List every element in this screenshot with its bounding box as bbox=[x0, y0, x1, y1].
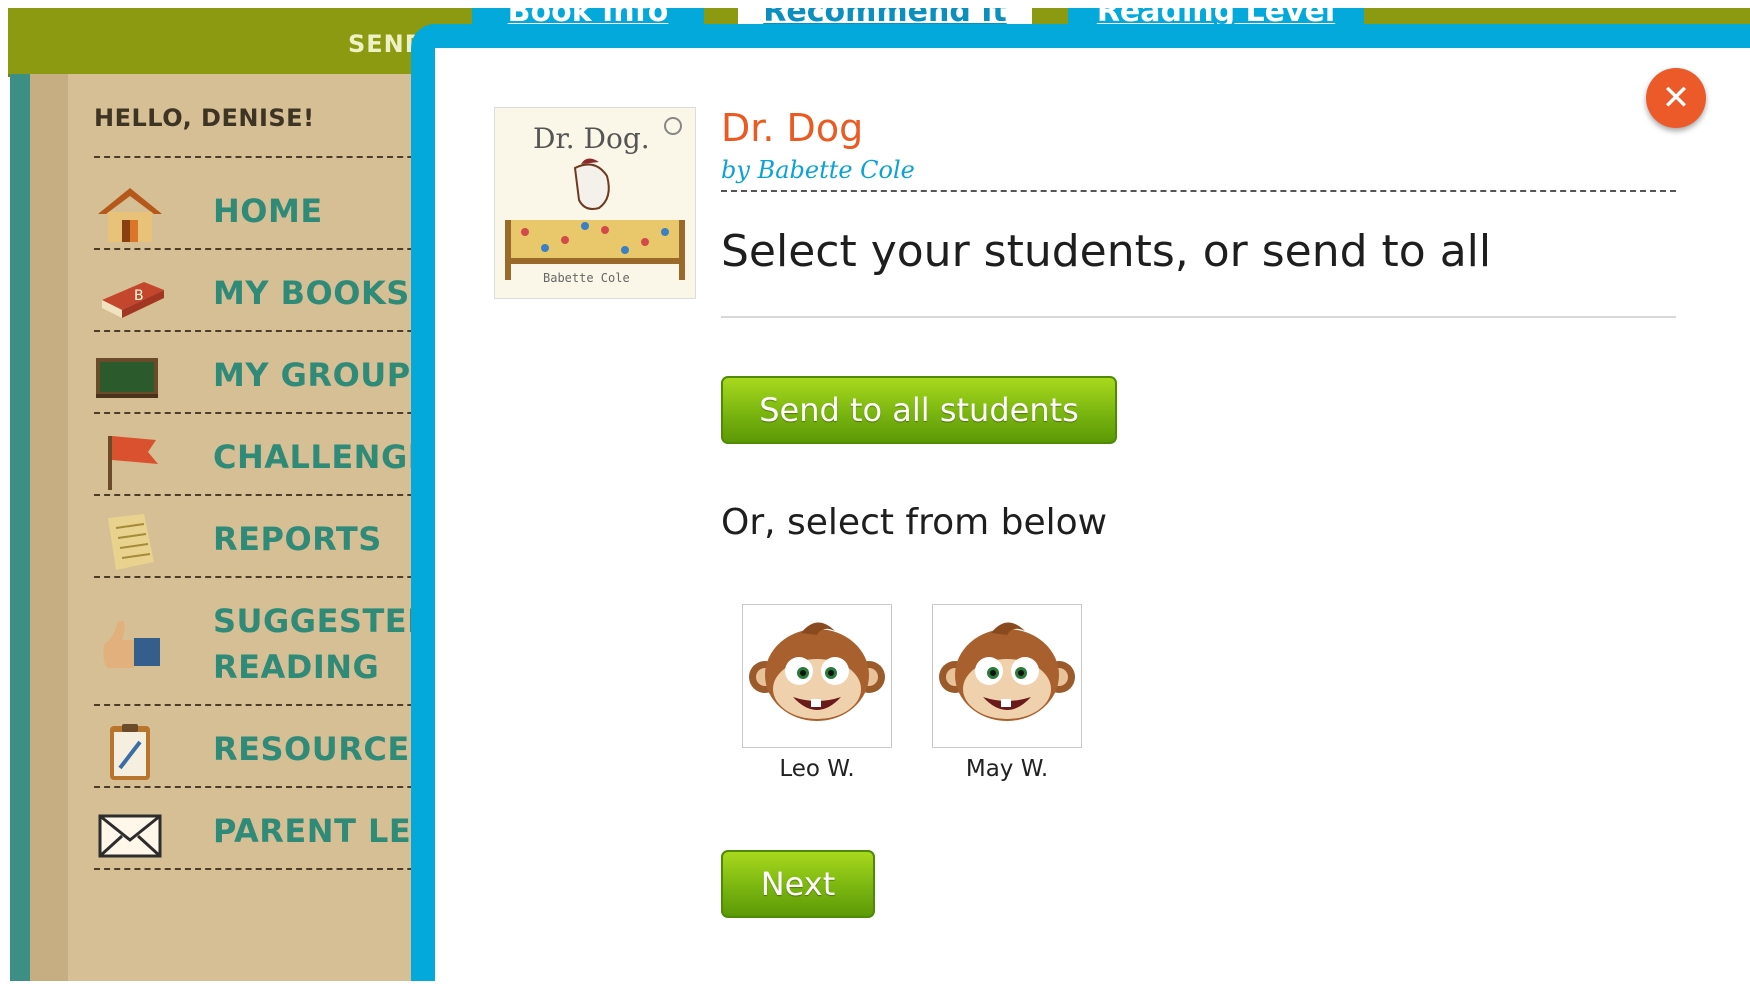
cover-author: Babette Cole bbox=[543, 271, 630, 285]
sidebar-item-label: RESOURCES bbox=[213, 730, 434, 768]
sidebar-item-label: HOME bbox=[213, 192, 323, 230]
book-author: by Babette Cole bbox=[721, 156, 915, 184]
student-card[interactable]: May W. bbox=[932, 604, 1082, 782]
book-cover-illustration: Dr. Dog. Babette Cole bbox=[495, 108, 695, 298]
student-avatar-box[interactable] bbox=[742, 604, 892, 748]
book-cover-image: Dr. Dog. Babette Cole bbox=[494, 107, 696, 299]
greeting: HELLO, DENISE! bbox=[94, 104, 315, 132]
clipboard-icon bbox=[110, 724, 150, 780]
close-icon: ✕ bbox=[1661, 78, 1691, 118]
left-edge-strip bbox=[10, 74, 30, 981]
book-icon: B bbox=[102, 282, 164, 318]
sidebar-item-label: REPORTS bbox=[213, 520, 382, 558]
envelope-icon bbox=[98, 814, 162, 858]
modal-heading: Select your students, or send to all bbox=[721, 226, 1492, 277]
sidebar-item-label-line2: READING bbox=[213, 648, 380, 686]
student-name: May W. bbox=[965, 756, 1049, 782]
student-name: Leo W. bbox=[779, 756, 855, 782]
divider bbox=[721, 316, 1676, 318]
sidebar-item-label: SUGGESTED bbox=[213, 602, 435, 640]
report-sheet-icon bbox=[108, 514, 154, 570]
sidebar-item-label: MY BOOKS bbox=[213, 274, 410, 312]
next-button[interactable]: Next bbox=[721, 850, 875, 918]
svg-text:B: B bbox=[134, 288, 144, 304]
close-button[interactable]: ✕ bbox=[1646, 68, 1706, 128]
chalkboard-icon bbox=[96, 358, 158, 398]
select-subheading: Or, select from below bbox=[721, 502, 1108, 543]
sidebar-item-label: MY GROUPS bbox=[213, 356, 435, 394]
send-to-all-button[interactable]: Send to all students bbox=[721, 376, 1117, 444]
thumbs-up-icon bbox=[103, 620, 160, 668]
monkey-avatar-icon bbox=[749, 622, 885, 721]
monkey-avatar-icon bbox=[939, 622, 1075, 721]
student-avatar-box[interactable] bbox=[932, 604, 1082, 748]
divider-dashed bbox=[721, 190, 1676, 192]
book-title: Dr. Dog bbox=[721, 106, 864, 150]
flag-icon bbox=[108, 436, 158, 490]
house-icon bbox=[98, 188, 162, 242]
sidebar: HELLO, DENISE! HOME B MY BOOKS MY GROUPS… bbox=[68, 74, 484, 981]
left-edge-shadow bbox=[30, 74, 68, 981]
student-card[interactable]: Leo W. bbox=[742, 604, 892, 782]
cover-title: Dr. Dog. bbox=[533, 122, 650, 155]
